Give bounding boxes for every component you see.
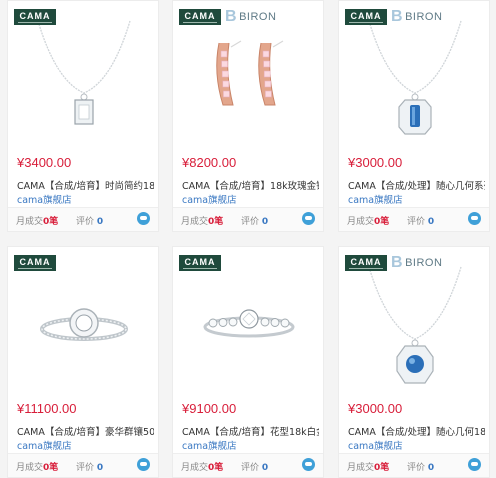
co-brand-name: BIRON bbox=[405, 11, 443, 23]
product-price: ¥8200.00 bbox=[182, 155, 237, 170]
product-title-link[interactable]: CAMA【合成/培育】花型18k白金钻戒 bbox=[182, 424, 319, 438]
brand-logo: CAMA bbox=[14, 9, 56, 25]
monthly-sales: 月成交0笔 bbox=[181, 460, 223, 473]
chat-icon[interactable] bbox=[137, 212, 150, 225]
monthly-sales-value: 0笔 bbox=[208, 463, 224, 473]
biron-mark-icon: B bbox=[391, 8, 404, 25]
review-count[interactable]: 评价 0 bbox=[407, 214, 434, 227]
product-price: ¥3000.00 bbox=[348, 155, 403, 170]
review-count[interactable]: 评价 0 bbox=[241, 460, 268, 473]
product-stats-bar: 月成交0笔 评价 0 bbox=[8, 207, 158, 231]
brand-logo: CAMA bbox=[345, 9, 387, 25]
review-value: 0 bbox=[261, 463, 269, 473]
monthly-sales-value: 0笔 bbox=[208, 217, 224, 227]
chat-icon[interactable] bbox=[302, 212, 315, 225]
biron-mark-icon: B bbox=[225, 8, 238, 25]
monthly-sales-value: 0笔 bbox=[43, 217, 59, 227]
monthly-sales-value: 0笔 bbox=[374, 463, 390, 473]
product-stats-bar: 月成交0笔 评价 0 bbox=[173, 453, 323, 477]
review-count[interactable]: 评价 0 bbox=[407, 460, 434, 473]
product-image[interactable]: CAMA B BIRON bbox=[339, 1, 489, 151]
product-title-link[interactable]: CAMA【合成/培育】豪华群镶50分18k bbox=[17, 424, 154, 438]
monthly-sales: 月成交0笔 bbox=[347, 460, 389, 473]
review-label: 评价 bbox=[241, 217, 260, 227]
product-title-link[interactable]: CAMA【合成/处理】随心几何18k金镶 bbox=[348, 424, 485, 438]
product-card[interactable]: CAMABBIRON ¥8200.00 CAMA【合成/培育】18k玫瑰金镶摩根ca… bbox=[172, 0, 324, 232]
brand-logo: CAMA bbox=[179, 255, 221, 271]
monthly-sales-value: 0笔 bbox=[43, 463, 59, 473]
co-brand-logo: B BIRON bbox=[225, 8, 276, 26]
monthly-sales-label: 月成交 bbox=[181, 217, 209, 227]
product-card[interactable]: CAMA¥9100.00CAMA【合成/培育】花型18k白金钻戒cama旗舰店月… bbox=[172, 246, 324, 478]
monthly-sales-label: 月成交 bbox=[16, 463, 44, 473]
brand-logo: CAMA bbox=[345, 255, 387, 271]
product-stats-bar: 月成交0笔 评价 0 bbox=[173, 207, 323, 231]
monthly-sales-label: 月成交 bbox=[347, 463, 375, 473]
shop-name-link[interactable]: cama旗舰店 bbox=[348, 192, 403, 206]
product-image[interactable]: CAMA B BIRON bbox=[339, 247, 489, 397]
brand-logo: CAMA bbox=[14, 255, 56, 271]
monthly-sales: 月成交0笔 bbox=[347, 214, 389, 227]
product-price: ¥3400.00 bbox=[17, 155, 72, 170]
co-brand-name: BIRON bbox=[405, 257, 443, 269]
co-brand-logo: B BIRON bbox=[391, 254, 442, 272]
review-value: 0 bbox=[427, 463, 435, 473]
shop-name-link[interactable]: cama旗舰店 bbox=[182, 192, 237, 206]
chat-icon[interactable] bbox=[302, 458, 315, 471]
product-title-link[interactable]: CAMA【合成/培育】时尚简约18K金26 bbox=[17, 178, 154, 192]
product-title-link[interactable]: CAMA【合成/处理】随心几何系列培育 bbox=[348, 178, 485, 192]
product-image[interactable]: CAMA B BIRON bbox=[173, 1, 323, 151]
review-value: 0 bbox=[96, 463, 104, 473]
product-title-link[interactable]: CAMA【合成/培育】18k玫瑰金镶摩根 bbox=[182, 178, 319, 192]
monthly-sales-value: 0笔 bbox=[374, 217, 390, 227]
chain bbox=[368, 20, 462, 94]
shop-name-link[interactable]: cama旗舰店 bbox=[17, 192, 72, 206]
blue-sapphire bbox=[406, 355, 424, 373]
product-image[interactable]: CAMA bbox=[173, 247, 323, 397]
shop-name-link[interactable]: cama旗舰店 bbox=[348, 438, 403, 452]
brand-logo: CAMA bbox=[179, 9, 221, 25]
product-image[interactable]: CAMA bbox=[8, 1, 158, 151]
chain bbox=[37, 20, 131, 94]
review-count[interactable]: 评价 0 bbox=[76, 214, 103, 227]
biron-mark-icon: B bbox=[391, 254, 404, 271]
monthly-sales-label: 月成交 bbox=[347, 217, 375, 227]
product-price: ¥11100.00 bbox=[17, 401, 77, 416]
review-value: 0 bbox=[427, 217, 435, 227]
product-grid: CAMA¥3400.00CAMA【合成/培育】时尚简约18K金26cama旗舰店… bbox=[0, 0, 496, 478]
review-label: 评价 bbox=[407, 463, 426, 473]
chain bbox=[368, 266, 462, 340]
shop-name-link[interactable]: cama旗舰店 bbox=[182, 438, 237, 452]
shop-name-link[interactable]: cama旗舰店 bbox=[17, 438, 72, 452]
review-label: 评价 bbox=[76, 463, 95, 473]
monthly-sales: 月成交0笔 bbox=[16, 214, 58, 227]
product-price: ¥9100.00 bbox=[182, 401, 237, 416]
product-image[interactable]: CAMA bbox=[8, 247, 158, 397]
co-brand-name: BIRON bbox=[239, 11, 277, 23]
review-value: 0 bbox=[261, 217, 269, 227]
monthly-sales-label: 月成交 bbox=[16, 217, 44, 227]
product-stats-bar: 月成交0笔 评价 0 bbox=[8, 453, 158, 477]
co-brand-logo: B BIRON bbox=[391, 8, 442, 26]
review-label: 评价 bbox=[241, 463, 260, 473]
product-card[interactable]: CAMABBIRON ¥3000.00 CAMA【合成/处理】随心几何系列培育cam… bbox=[338, 0, 490, 232]
review-count[interactable]: 评价 0 bbox=[76, 460, 103, 473]
product-card[interactable]: CAMA ¥11100.00 CAMA【合成/培育】豪华群镶50分18kcama旗舰… bbox=[7, 246, 159, 478]
monthly-sales: 月成交0笔 bbox=[181, 214, 223, 227]
product-stats-bar: 月成交0笔 评价 0 bbox=[339, 207, 489, 231]
monthly-sales: 月成交0笔 bbox=[16, 460, 58, 473]
chat-icon[interactable] bbox=[468, 212, 481, 225]
review-label: 评价 bbox=[407, 217, 426, 227]
review-value: 0 bbox=[96, 217, 104, 227]
product-card[interactable]: CAMA ¥3400.00 CAMA【合成/培育】时尚简约18K金26cama旗舰店… bbox=[7, 0, 159, 232]
chat-icon[interactable] bbox=[468, 458, 481, 471]
product-price: ¥3000.00 bbox=[348, 401, 403, 416]
monthly-sales-label: 月成交 bbox=[181, 463, 209, 473]
product-stats-bar: 月成交0笔 评价 0 bbox=[339, 453, 489, 477]
review-label: 评价 bbox=[76, 217, 95, 227]
chat-icon[interactable] bbox=[137, 458, 150, 471]
review-count[interactable]: 评价 0 bbox=[241, 214, 268, 227]
product-card[interactable]: CAMABBIRON ¥3000.00 CAMA【合成/处理】随心几何18k金镶ca… bbox=[338, 246, 490, 478]
